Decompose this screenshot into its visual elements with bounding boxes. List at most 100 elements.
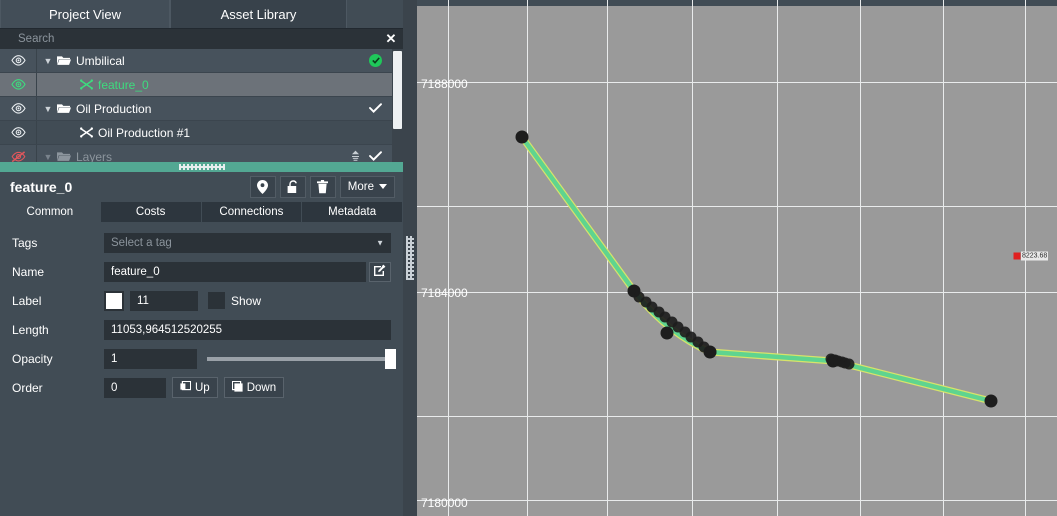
opacity-slider-track[interactable] xyxy=(207,348,396,369)
order-up-label: Up xyxy=(195,381,210,394)
chevron-down-icon[interactable]: ▼ xyxy=(41,152,55,162)
more-button[interactable]: More xyxy=(339,175,395,198)
label-label: Label xyxy=(12,293,42,308)
map-canvas[interactable]: 7188000 7184000 7180000 8223.68 xyxy=(417,0,1057,516)
tags-select[interactable] xyxy=(104,232,391,253)
horizontal-splitter[interactable] xyxy=(0,161,403,172)
route-vertex-handle[interactable] xyxy=(660,326,674,340)
visibility-off-icon[interactable] xyxy=(0,145,36,162)
search-clear-icon[interactable]: ✕ xyxy=(379,29,403,49)
detail-tab-common[interactable]: Common xyxy=(0,201,101,222)
chevron-down-icon[interactable]: ▼ xyxy=(41,104,55,114)
length-input[interactable] xyxy=(104,319,391,340)
field-row-opacity: Opacity xyxy=(12,346,396,372)
label-color-swatch[interactable] xyxy=(104,290,124,311)
left-panel: Project View Asset Library ✕ ▼ Umbilical f… xyxy=(0,0,403,516)
order-down-button[interactable]: Down xyxy=(223,377,285,398)
field-row-label: Label Show xyxy=(12,288,391,314)
map-pin-button[interactable] xyxy=(249,175,276,198)
tab-project-view[interactable]: Project View xyxy=(0,0,170,28)
folder-open-icon xyxy=(55,103,73,114)
detail-tab-label: Metadata xyxy=(328,205,377,218)
y-axis-tick-label: 7188000 xyxy=(421,77,468,91)
detail-tab-label: Common xyxy=(26,205,74,218)
tree-row-status xyxy=(382,73,392,96)
label-show-checkbox[interactable] xyxy=(208,292,225,309)
order-input[interactable] xyxy=(104,377,166,398)
name-label: Name xyxy=(12,264,45,279)
tree-row-body: ▼ Umbilical xyxy=(36,49,392,72)
tree-row-status xyxy=(382,121,392,144)
field-row-tags: Tags ▼ xyxy=(12,230,391,256)
length-label: Length xyxy=(12,322,49,337)
detail-tab-costs[interactable]: Costs xyxy=(100,201,202,222)
tags-label: Tags xyxy=(12,235,38,250)
unlock-button[interactable] xyxy=(279,175,306,198)
tree-row-feature-0[interactable]: feature_0 xyxy=(0,73,392,97)
status-ok-badge-icon[interactable] xyxy=(369,54,382,67)
tree-row-layers[interactable]: ▼ Layers xyxy=(0,145,392,162)
common-form: Tags ▼ Name xyxy=(0,221,403,516)
visibility-on-icon[interactable] xyxy=(0,121,36,144)
project-tree: ▼ Umbilical feature_0 ▼ Oil Production Oil Pr… xyxy=(0,49,392,162)
tree-row-umbilical[interactable]: ▼ Umbilical xyxy=(0,49,392,73)
folder-open-icon xyxy=(55,55,73,66)
tree-scrollbar-thumb[interactable] xyxy=(393,51,402,129)
visibility-on-icon[interactable] xyxy=(0,49,36,72)
opacity-slider-thumb[interactable] xyxy=(385,348,396,369)
folder-open-icon xyxy=(55,151,73,162)
tab-asset-library[interactable]: Asset Library xyxy=(170,0,347,28)
tree-item-label: Layers xyxy=(76,149,113,162)
field-row-length: Length xyxy=(12,317,391,343)
tree-container: ▼ Umbilical feature_0 ▼ Oil Production Oil Pr… xyxy=(0,49,403,162)
map-pin-icon xyxy=(257,179,269,194)
name-edit-button[interactable] xyxy=(369,261,391,282)
measurement-label: 8223.68 xyxy=(1021,251,1049,261)
tree-row-body: ▼ Layers xyxy=(36,145,392,162)
delete-button[interactable] xyxy=(309,175,336,198)
tab-asset-library-label: Asset Library xyxy=(220,6,297,22)
route-vertex-cluster-mid[interactable] xyxy=(843,358,855,370)
detail-tab-connections[interactable]: Connections xyxy=(201,201,303,222)
visibility-on-icon[interactable] xyxy=(0,97,36,120)
measurement-marker xyxy=(1013,252,1021,260)
opacity-input[interactable] xyxy=(104,348,197,369)
label-show-text: Show xyxy=(231,293,262,308)
tab-project-view-label: Project View xyxy=(48,6,121,22)
tree-row-oil-production[interactable]: ▼ Oil Production xyxy=(0,97,392,121)
sort-icon[interactable] xyxy=(351,150,360,162)
trash-icon xyxy=(317,179,329,194)
detail-toolbar: More xyxy=(249,175,403,198)
name-input[interactable] xyxy=(104,261,366,282)
check-icon[interactable] xyxy=(369,150,382,162)
edit-pencil-icon xyxy=(374,263,386,281)
check-icon[interactable] xyxy=(369,102,382,116)
tree-row-oil-production-1[interactable]: Oil Production #1 xyxy=(0,121,392,145)
order-up-button[interactable]: Up xyxy=(172,377,218,398)
tab-bar-filler xyxy=(347,0,403,28)
tree-scrollbar[interactable] xyxy=(392,49,403,162)
detail-tab-label: Connections xyxy=(219,205,284,218)
field-row-name: Name xyxy=(12,259,391,285)
detail-tab-metadata[interactable]: Metadata xyxy=(302,201,403,222)
route-vertex-cluster-bend[interactable] xyxy=(705,346,717,358)
more-button-label: More xyxy=(347,180,374,193)
vertical-splitter[interactable] xyxy=(403,0,417,516)
order-down-label: Down xyxy=(246,381,277,394)
y-axis-tick-label: 7184000 xyxy=(421,286,468,300)
opacity-label: Opacity xyxy=(12,351,53,366)
vertical-splitter-grip-icon xyxy=(406,236,414,280)
route-vertex-handle[interactable] xyxy=(515,130,529,144)
route-vertex-handle[interactable] xyxy=(984,394,998,408)
tree-item-label: feature_0 xyxy=(98,77,149,92)
tree-row-body: feature_0 xyxy=(36,73,392,96)
label-size-input[interactable] xyxy=(130,290,198,311)
chevron-down-icon[interactable]: ▼ xyxy=(41,56,55,66)
umbilical-route-line xyxy=(518,133,995,405)
visibility-on-active-icon[interactable] xyxy=(0,73,36,96)
tree-row-body: Oil Production #1 xyxy=(36,121,392,144)
move-up-icon xyxy=(180,380,192,395)
chevron-down-icon xyxy=(379,184,387,189)
search-input[interactable] xyxy=(14,29,379,49)
tree-row-status xyxy=(369,97,392,120)
